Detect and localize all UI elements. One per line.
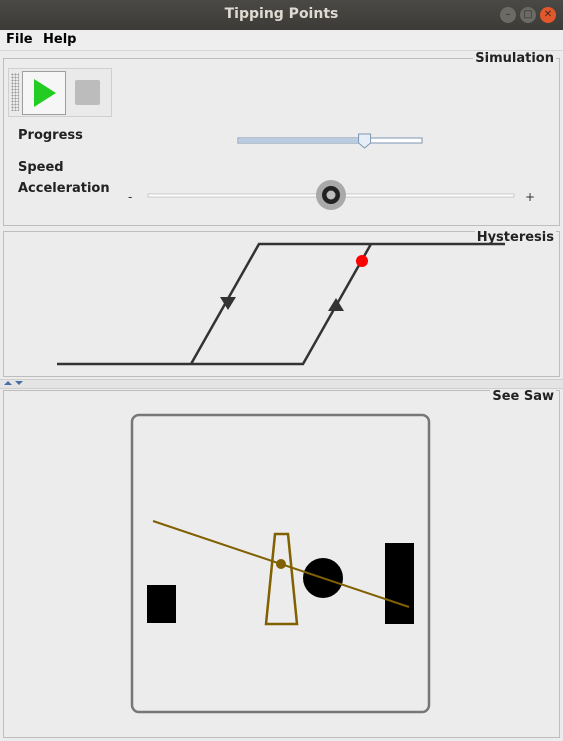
window-titlebar: Tipping Points – □ ✕ — [0, 0, 563, 30]
stop-button[interactable] — [67, 71, 109, 113]
acceleration-min-symbol: - — [128, 190, 132, 204]
acceleration-thumb[interactable] — [316, 180, 346, 210]
maximize-button[interactable]: □ — [520, 7, 536, 23]
simulation-panel-title: Simulation — [473, 51, 556, 66]
split-pane-divider[interactable] — [0, 379, 563, 389]
minimize-button[interactable]: – — [500, 7, 516, 23]
seesaw-panel-title: See Saw — [490, 389, 556, 404]
close-button[interactable]: ✕ — [540, 7, 556, 23]
menu-help[interactable]: Help — [43, 32, 76, 47]
stop-icon — [75, 80, 100, 105]
left-weight-block — [147, 585, 176, 623]
play-button[interactable] — [22, 71, 66, 115]
play-icon — [34, 79, 56, 107]
menu-file[interactable]: File — [6, 32, 33, 47]
seesaw-scene — [130, 413, 431, 714]
hysteresis-state-marker — [356, 255, 368, 267]
acceleration-max-symbol: + — [525, 190, 535, 204]
menu-bar: File Help — [0, 30, 563, 51]
seesaw-pivot — [276, 559, 286, 569]
toolbar-grip[interactable] — [11, 73, 19, 111]
simulation-toolbar — [8, 68, 112, 117]
window-title: Tipping Points — [224, 6, 339, 22]
acceleration-label: Acceleration — [18, 181, 110, 196]
speed-label: Speed — [18, 160, 64, 175]
hysteresis-panel — [3, 231, 560, 377]
divider-arrows-icon[interactable] — [3, 380, 27, 388]
right-weight-block — [385, 543, 414, 624]
progress-fill — [239, 139, 365, 142]
progress-label: Progress — [18, 128, 83, 143]
